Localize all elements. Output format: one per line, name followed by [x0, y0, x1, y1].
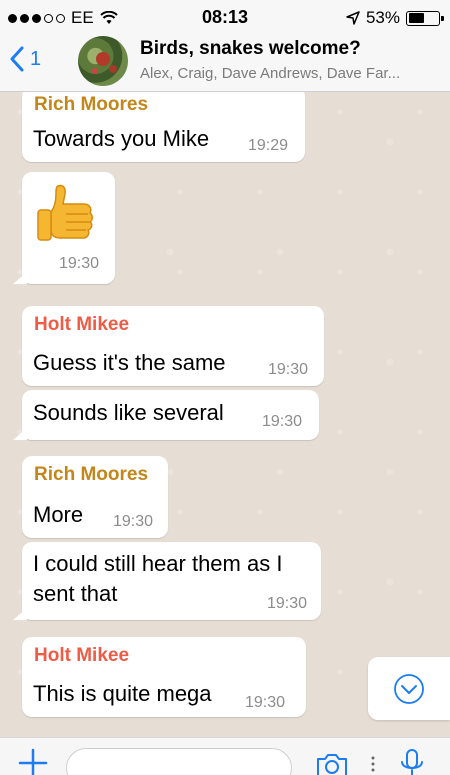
message-time: 19:30 [245, 694, 286, 711]
group-members[interactable]: Alex, Craig, Dave Andrews, Dave Far... [140, 65, 440, 82]
chat-header: 1 Birds, snakes welcome? Alex, Craig, Da… [0, 34, 450, 92]
separator-dots [371, 756, 375, 772]
message-bubble[interactable]: Sounds like several 19:30 [13, 390, 319, 440]
input-bar [0, 737, 450, 775]
message-bubble[interactable]: Holt Mikee Guess it's the same 19:30 [22, 306, 324, 386]
message-time: 19:30 [262, 413, 303, 430]
message-bubble[interactable]: Rich Moores Towards you Mike 19:29 [22, 92, 305, 162]
status-right: 53% [346, 8, 444, 28]
message-sender: Holt Mikee [34, 314, 130, 335]
message-text: This is quite mega [33, 681, 212, 706]
status-bar: EE 08:13 53% [0, 0, 450, 34]
message-input[interactable] [66, 748, 292, 775]
message-time: 19:30 [59, 255, 100, 272]
message-time: 19:30 [113, 513, 154, 530]
message-time: 19:30 [268, 361, 309, 378]
back-unread-count: 1 [30, 47, 42, 70]
message-bubble[interactable]: 19:30 [13, 172, 115, 284]
message-text: Towards you Mike [33, 126, 210, 151]
message-time: 19:30 [267, 595, 308, 612]
back-button[interactable]: 1 [10, 46, 41, 72]
group-avatar[interactable] [78, 36, 128, 86]
plus-icon[interactable] [18, 748, 48, 775]
message-bubble[interactable]: Rich Moores More 19:30 [22, 456, 168, 538]
message-sender: Holt Mikee [34, 645, 130, 666]
message-bubble[interactable]: I could still hear them as I sent that 1… [13, 542, 321, 620]
scroll-down-icon [394, 673, 424, 704]
camera-icon[interactable] [315, 752, 349, 775]
chat-area[interactable]: Rich Moores Towards you Mike 19:29 19:30… [0, 92, 450, 737]
message-sender: Rich Moores [34, 94, 149, 115]
battery-icon [406, 10, 444, 26]
message-time: 19:29 [248, 137, 289, 154]
microphone-icon[interactable] [399, 748, 425, 775]
message-sender: Rich Moores [34, 464, 149, 485]
message-text: Sounds like several [33, 400, 224, 425]
message-text: Guess it's the same [33, 350, 226, 375]
message-text: More [33, 502, 84, 527]
group-title[interactable]: Birds, snakes welcome? [140, 38, 361, 60]
message-bubble[interactable]: Holt Mikee This is quite mega 19:30 [22, 637, 306, 717]
battery-fill [408, 13, 424, 23]
back-chevron-icon [10, 46, 24, 72]
location-arrow-icon [346, 11, 360, 25]
thumbs-up-emoji [37, 184, 93, 241]
scroll-down-button[interactable] [368, 657, 450, 720]
battery-percent: 53% [365, 8, 400, 27]
